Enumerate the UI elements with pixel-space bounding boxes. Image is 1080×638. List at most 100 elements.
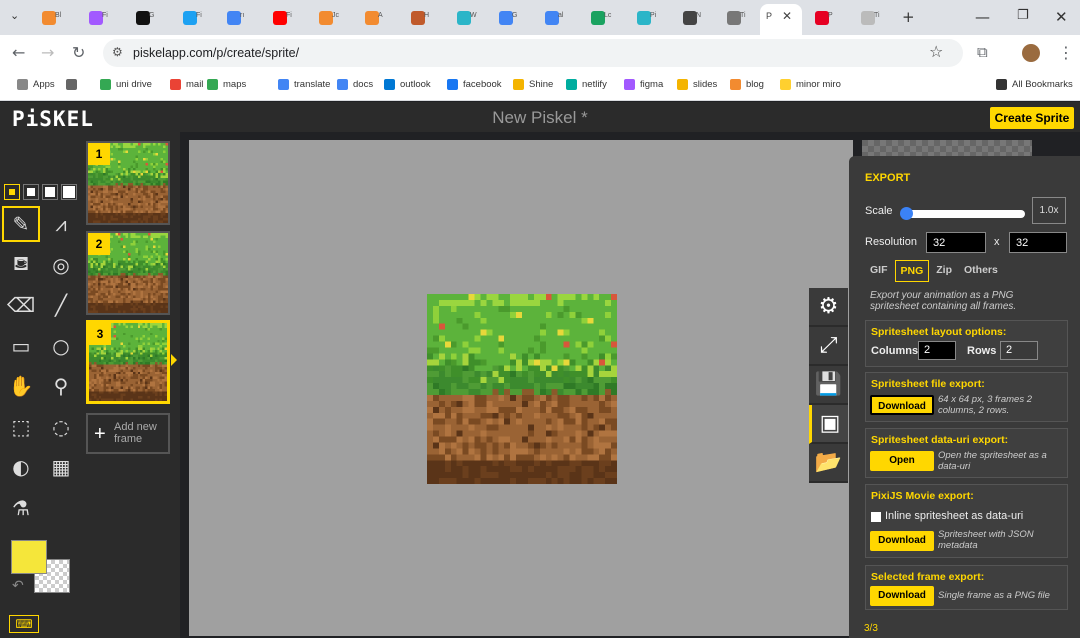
frame-thumbnail[interactable]: 3 [86,320,170,404]
png-description: Export your animation as a PNG spriteshe… [870,290,1017,312]
back-icon[interactable]: ← [12,43,25,62]
stroke-icon[interactable]: ╱ [42,287,80,323]
dithering-icon[interactable]: ▦ [42,449,80,485]
pen-icon[interactable]: ✎ [2,206,40,242]
bookmark-item[interactable]: netlify [566,79,607,90]
browser-tab[interactable]: Fi [178,6,202,29]
tab-zip[interactable]: Zip [931,260,957,282]
resolution-height-input[interactable]: 32 [1009,232,1067,253]
color-picker-icon[interactable]: ⚗ [2,490,40,526]
site-info-icon[interactable]: ⚙ [112,45,123,59]
browser-tab[interactable]: Fi [268,6,292,29]
bookmark-item[interactable]: Shine [513,79,553,90]
lasso-select-icon[interactable]: ◌ [42,409,80,445]
bookmark-item[interactable]: facebook [447,79,502,90]
pen-size-4[interactable] [61,184,77,200]
columns-input[interactable]: 2 [918,341,956,360]
rectangle-icon[interactable]: ▭ [2,328,40,364]
browser-tab[interactable]: Bl [37,6,61,29]
pixi-download-button[interactable]: Download [870,531,934,551]
bookmark-item[interactable]: Apps [17,79,55,90]
browser-tab[interactable]: Ti [856,6,880,29]
bookmark-item[interactable]: uni drive [100,79,152,90]
browser-tab[interactable]: W [452,6,477,29]
browser-tab[interactable]: H [406,6,429,29]
rows-input[interactable]: 2 [1000,341,1038,360]
bookmark-star-icon[interactable]: ☆ [929,42,943,61]
window-close-icon[interactable]: ✕ [1055,8,1068,26]
restore-icon[interactable]: ❐ [1017,8,1029,23]
close-tab-icon[interactable]: ✕ [782,9,792,23]
new-tab-icon[interactable]: + [902,8,915,26]
spritesheet-download-button[interactable]: Download [870,395,934,415]
vertical-mirror-pen-icon[interactable]: ⩘ [42,206,80,242]
resolution-width-input[interactable]: 32 [926,232,986,253]
bookmark-item[interactable]: mail [170,79,203,90]
address-bar[interactable]: ⚙ piskelapp.com/p/create/sprite/ ☆ [103,39,963,67]
browser-tab[interactable]: G [494,6,517,29]
lighten-icon[interactable]: ◐ [2,449,40,485]
paint-same-color-icon[interactable]: ◎ [42,247,80,283]
bookmark-item[interactable]: figma [624,79,663,90]
shape-select-icon[interactable]: ⚲ [42,368,80,404]
pen-size-2[interactable] [23,184,39,200]
frame-thumbnail[interactable]: 1 [86,141,170,225]
tab-others[interactable]: Others [959,260,1003,282]
resize-icon[interactable]: ⤢ [809,327,848,366]
profile-avatar[interactable] [1022,44,1040,62]
create-sprite-button[interactable]: Create Sprite [990,107,1074,129]
forward-icon[interactable]: → [41,43,54,62]
swap-colors-icon[interactable]: ↶ [12,578,24,594]
move-hand-icon[interactable]: ✋ [2,368,40,404]
bookmark-item[interactable]: All Bookmarks [996,79,1073,90]
bookmark-item[interactable]: docs [337,79,373,90]
browser-tab[interactable]: N [678,6,701,29]
reload-icon[interactable]: ↻ [72,43,85,62]
browser-tab[interactable]: G [131,6,154,29]
browser-tab[interactable]: Pi [632,6,656,29]
bookmark-item[interactable]: minor miro [780,79,841,90]
open-folder-icon[interactable]: 📂 [809,444,848,483]
bookmark-item[interactable]: slides [677,79,717,90]
browser-tab[interactable]: rı [222,6,245,29]
browser-tab[interactable]: P [810,6,833,29]
bookmark-item[interactable]: translate [278,79,330,90]
scale-slider[interactable] [900,207,1025,220]
save-icon[interactable]: 💾 [809,366,848,405]
tab-gif[interactable]: GIF [865,260,893,282]
browser-tab[interactable]: A [360,6,383,29]
export-image-icon[interactable]: ▣ [809,405,848,444]
minimize-icon[interactable]: — [975,8,990,26]
settings-gear-icon[interactable]: ⚙ [809,288,848,327]
tab-png[interactable]: PNG [894,260,930,282]
active-tab[interactable]: P ✕ [760,4,802,35]
sprite-canvas[interactable] [427,294,617,484]
selected-frame-download-button[interactable]: Download [870,586,934,606]
inline-datauri-checkbox[interactable] [871,512,881,522]
circle-icon[interactable]: ○ [42,328,80,364]
paint-bucket-icon[interactable]: ⛾ [2,247,40,283]
browser-tab[interactable]: Lc [586,6,611,29]
pen-size-3[interactable] [42,184,58,200]
menu-icon[interactable]: ⋮ [1058,43,1074,62]
tab-favicon-icon [590,10,605,25]
tab-search-icon[interactable]: ⌄ [10,9,19,22]
frame-thumbnail[interactable]: 2 [86,231,170,315]
pen-size-1[interactable] [4,184,20,200]
bookmark-item[interactable]: blog [730,79,764,90]
keyboard-shortcuts-icon[interactable]: ⌨ [9,615,39,633]
bookmark-item[interactable]: maps [207,79,246,90]
scale-slider-knob[interactable] [900,207,913,220]
rectangle-select-icon[interactable]: ⬚ [2,409,40,445]
browser-tab[interactable]: al [540,6,563,29]
bookmark-item[interactable]: outlook [384,79,431,90]
primary-color-swatch[interactable] [11,540,47,574]
add-new-frame-button[interactable]: + Add new frame [86,413,170,454]
browser-tab[interactable]: Jc [314,6,339,29]
extensions-icon[interactable]: ⧉ [977,43,988,61]
bookmark-item[interactable] [66,79,82,90]
open-datauri-button[interactable]: Open [870,451,934,471]
eraser-icon[interactable]: ⌫ [2,287,40,323]
browser-tab[interactable]: Ti [722,6,746,29]
browser-tab[interactable]: Fi [84,6,108,29]
